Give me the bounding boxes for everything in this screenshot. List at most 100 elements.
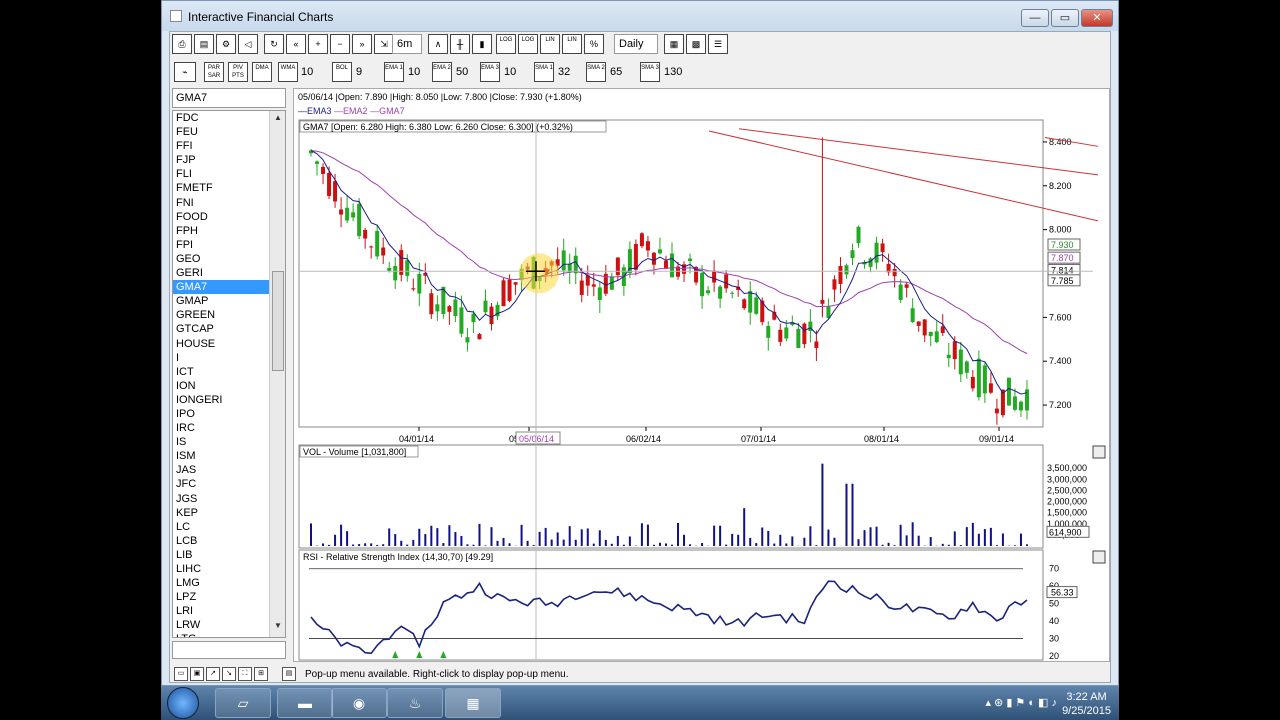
sound-icon[interactable]: ◁ [238,34,258,54]
candle-body [976,358,981,398]
ema1-period[interactable]: 10 [408,63,420,81]
lin-scale-button[interactable]: LIN [540,34,560,54]
dma-button[interactable]: DMA [252,62,272,82]
zoom-out-icon[interactable]: − [330,34,350,54]
scroll-thumb[interactable] [272,271,284,371]
line-chart-icon[interactable]: ∧ [428,34,448,54]
capture-icon[interactable]: ⊞ [254,667,268,681]
volume-bar [310,523,312,546]
sma2-period[interactable]: 65 [610,63,622,81]
grid-color-icon[interactable]: ▩ [686,34,706,54]
save-icon[interactable]: ▣ [190,667,204,681]
candle-body [615,257,620,276]
taskbar-explorer-icon[interactable]: ▱ [215,688,271,718]
chart-draw-icon[interactable]: ⌁ [174,62,196,82]
system-tray-icons[interactable]: ▴ ⊛ ▮ ⚑ ◐ ◧ ♪ [985,696,1057,709]
volume-tag: 614,900 [1049,527,1082,537]
layout-icon[interactable]: ▦ [664,34,684,54]
close-button[interactable]: ✕ [1081,9,1113,27]
maximize-button[interactable]: ▭ [1051,9,1079,27]
page-setup-icon[interactable]: ▤ [194,34,214,54]
volume-bar [833,537,836,546]
forward-icon[interactable]: » [352,34,372,54]
volume-bar [767,530,770,546]
symbol-scrollbar[interactable]: ▲ ▼ [269,111,285,637]
arrange-icon[interactable]: ↘ [222,667,236,681]
symbol-field[interactable]: GMA7 [172,88,286,108]
sma3-period[interactable]: 130 [664,63,682,81]
ema3-period[interactable]: 10 [504,63,516,81]
sma3-button[interactable]: SMA 3 [640,62,660,82]
zoom-in-icon[interactable]: + [308,34,328,54]
volume-bar [821,463,824,546]
lin-scale-alt-button[interactable]: LIN [562,34,582,54]
taskbar-firefox-icon[interactable]: ◉ [331,688,387,718]
psar-button[interactable]: PAR SAR [204,62,224,82]
log-scale-alt-button[interactable]: LOG [518,34,538,54]
pivot-points-button[interactable]: PIV PTS [228,62,248,82]
candle-body [1018,401,1023,411]
export-icon[interactable]: ↗ [206,667,220,681]
volume-bar [406,544,409,546]
interval-select[interactable]: Daily [614,34,658,54]
bol-button[interactable]: BOL [332,62,352,82]
back-icon[interactable]: « [286,34,306,54]
chart-canvas[interactable]: GMA7 [Open: 6.280 High: 6.380 Low: 6.260… [294,89,1109,661]
ema1-button[interactable]: EMA 1 [384,62,404,82]
open-icon[interactable]: ▭ [174,667,188,681]
volume-bar [382,544,385,546]
status-message: Pop-up menu available. Right-click to di… [305,669,569,680]
chart-area[interactable]: 05/06/14 |Open: 7.890 |High: 8.050 |Low:… [293,88,1110,662]
scroll-down-icon[interactable]: ▼ [270,621,285,635]
scroll-up-icon[interactable]: ▲ [270,113,285,127]
ema2-period[interactable]: 50 [456,63,468,81]
wma-button[interactable]: WMA [278,62,298,82]
sma1-period[interactable]: 32 [558,63,570,81]
candle-chart-icon[interactable]: ▮ [472,34,492,54]
taskbar-folder-icon[interactable]: ▬ [277,688,333,718]
candle-body [700,272,705,297]
volume-bar [334,534,337,546]
ema3-button[interactable]: EMA 3 [480,62,500,82]
ohlc-chart-icon[interactable]: ╫ [450,34,470,54]
settings-icon[interactable]: ⚙ [216,34,236,54]
candle-body [670,253,674,278]
percent-scale-button[interactable]: % [584,34,604,54]
sma1-button[interactable]: SMA 1 [534,62,554,82]
bol-period[interactable]: 9 [356,63,362,81]
minimize-button[interactable]: — [1021,9,1049,27]
period-select[interactable]: 6m [392,34,422,54]
candle-body [453,299,458,316]
candle-body [327,172,332,196]
list-icon[interactable]: ☰ [708,34,728,54]
log-scale-button[interactable]: LOG [496,34,516,54]
chart-window: Interactive Financial Charts — ▭ ✕ ⎙ ▤ ⚙… [161,0,1119,686]
fit-icon[interactable]: ⇲ [374,34,394,54]
candle-body [639,233,644,247]
symbol-list[interactable]: FDC FEU FFI FJP FLI FMETF FNI FOOD FPH FPI GEO GERI… [172,110,286,638]
volume-bar [442,543,445,546]
volume-bar [352,544,355,546]
ema2-button[interactable]: EMA 2 [432,62,452,82]
volume-bar [484,545,487,546]
sma2-button[interactable]: SMA 2 [586,62,606,82]
wma-period[interactable]: 10 [301,63,313,81]
volume-bar [340,524,343,546]
fullscreen-icon[interactable]: ⛶ [238,667,252,681]
volume-bar [496,540,499,546]
taskbar-charts-app-icon[interactable]: ▦ [445,688,501,718]
candle-body [712,270,717,283]
candle-body [796,328,801,349]
window-title: Interactive Financial Charts [188,10,334,24]
popup-menu-icon[interactable]: ▤ [282,667,296,681]
volume-axis-label: 3,000,000 [1047,474,1087,484]
refresh-icon[interactable]: ↻ [264,34,284,54]
start-button[interactable] [167,687,199,719]
print-icon[interactable]: ⎙ [172,34,192,54]
volume-bar [1001,533,1004,546]
volume-bar [941,543,944,546]
volume-bar [917,535,920,546]
taskbar-java-icon[interactable]: ♨ [387,688,443,718]
title-bar[interactable]: Interactive Financial Charts — ▭ ✕ [162,1,1118,31]
clock[interactable]: 3:22 AM 9/25/2015 [1062,690,1111,718]
